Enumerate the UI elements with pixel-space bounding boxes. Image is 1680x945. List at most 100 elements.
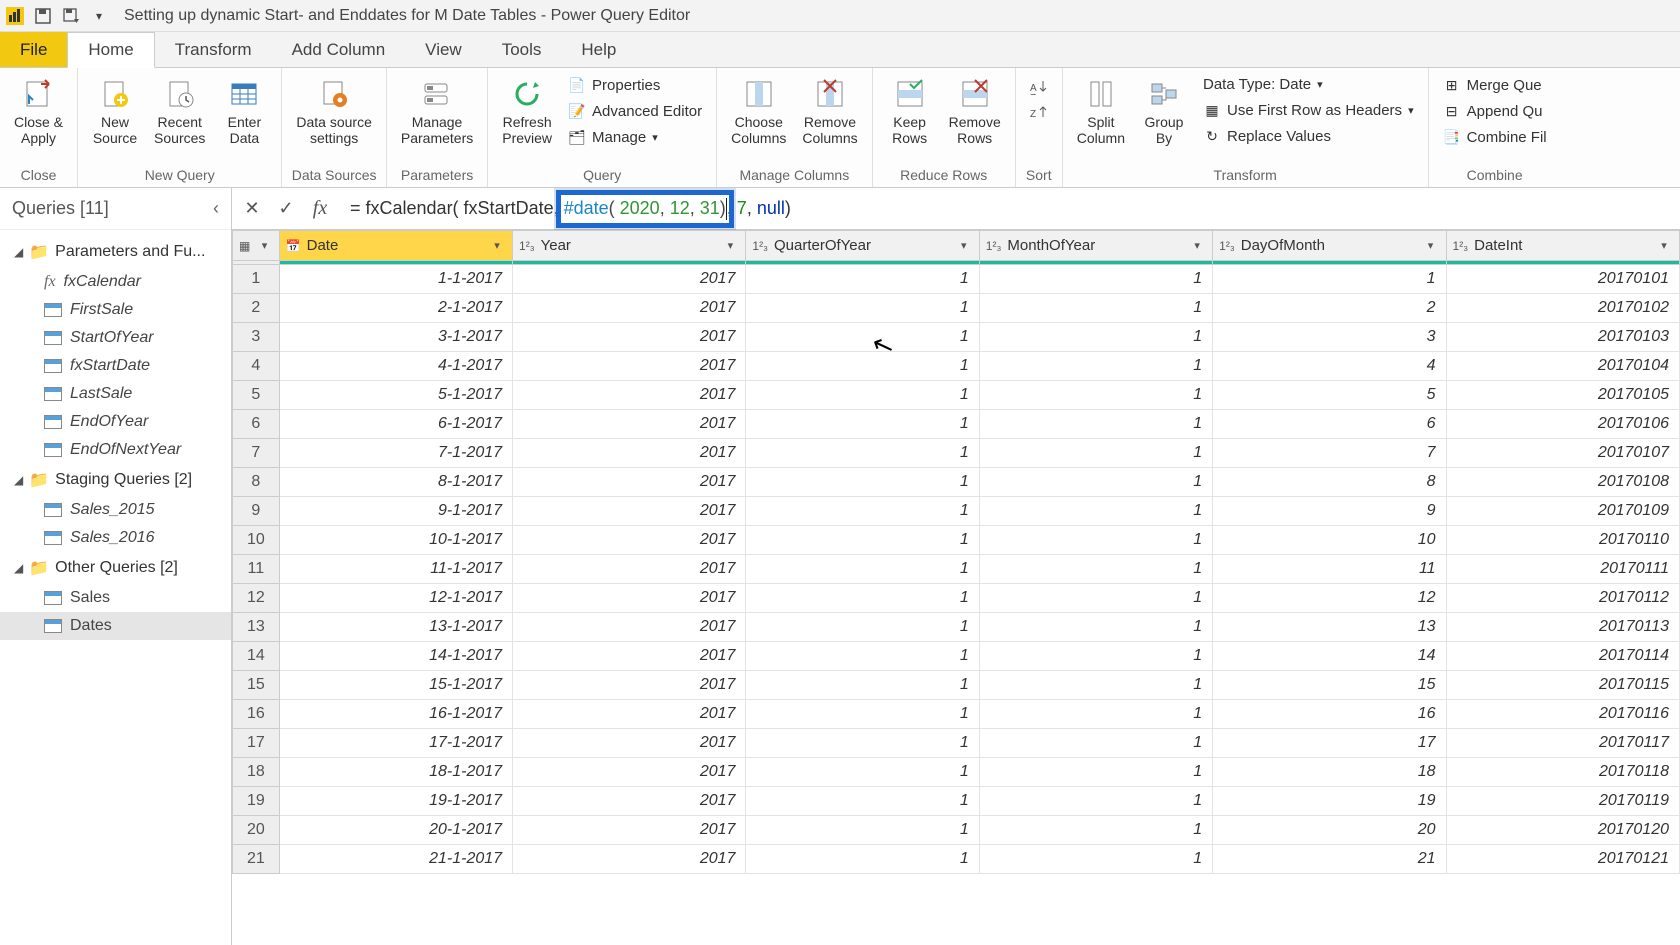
query-endofyear[interactable]: EndOfYear bbox=[0, 408, 231, 436]
data-source-settings-button[interactable]: Data source settings bbox=[288, 72, 379, 150]
table-row[interactable]: 7 7-1-2017 2017 1 1 7 20170107 bbox=[233, 439, 1680, 468]
table-row[interactable]: 5 5-1-2017 2017 1 1 5 20170105 bbox=[233, 381, 1680, 410]
tree-group-staging[interactable]: ◢📁Staging Queries [2] bbox=[0, 464, 231, 496]
col-header-date[interactable]: 📅Date▾ bbox=[279, 231, 512, 261]
table-row[interactable]: 9 9-1-2017 2017 1 1 9 20170109 bbox=[233, 497, 1680, 526]
tab-tools[interactable]: Tools bbox=[482, 32, 562, 67]
properties-icon: 📄 bbox=[568, 76, 586, 94]
data-grid[interactable]: ▦▾ 📅Date▾ 1²₃Year▾ 1²₃QuarterOfYear▾ 1²₃… bbox=[232, 230, 1680, 945]
query-sales2016[interactable]: Sales_2016 bbox=[0, 524, 231, 552]
new-source-button[interactable]: New Source bbox=[84, 72, 146, 150]
table-row[interactable]: 12 12-1-2017 2017 1 1 12 20170112 bbox=[233, 584, 1680, 613]
remove-columns-button[interactable]: Remove Columns bbox=[794, 72, 865, 150]
cell-day: 6 bbox=[1213, 410, 1446, 439]
table-icon bbox=[44, 591, 62, 605]
filter-icon[interactable]: ▾ bbox=[1655, 239, 1673, 252]
save-as-icon[interactable] bbox=[60, 5, 82, 27]
manage-button[interactable]: 🗂Manage▾ bbox=[564, 126, 706, 148]
advanced-editor-button[interactable]: 📝Advanced Editor bbox=[564, 100, 706, 122]
query-fxstartdate[interactable]: fxStartDate bbox=[0, 352, 231, 380]
tab-transform[interactable]: Transform bbox=[155, 32, 272, 67]
filter-icon[interactable]: ▾ bbox=[955, 239, 973, 252]
col-header-year[interactable]: 1²₃Year▾ bbox=[513, 231, 746, 261]
sort-desc-button[interactable]: Z bbox=[1026, 102, 1052, 124]
tree-group-parameters[interactable]: ◢📁Parameters and Fu... bbox=[0, 236, 231, 268]
query-firstsale[interactable]: FirstSale bbox=[0, 296, 231, 324]
keep-rows-button[interactable]: Keep Rows bbox=[879, 72, 941, 150]
col-header-month[interactable]: 1²₃MonthOfYear▾ bbox=[979, 231, 1212, 261]
first-row-headers-button[interactable]: ▦Use First Row as Headers▾ bbox=[1199, 99, 1418, 121]
formula-input[interactable]: = fxCalendar( fxStartDate, #date( 2020, … bbox=[340, 198, 1674, 220]
manage-parameters-button[interactable]: Manage Parameters bbox=[393, 72, 481, 150]
combine-files-button[interactable]: 📑Combine Fil bbox=[1439, 126, 1551, 148]
cell-quarter: 1 bbox=[746, 700, 979, 729]
query-fxcalendar[interactable]: fxfxCalendar bbox=[0, 268, 231, 296]
split-column-button[interactable]: Split Column bbox=[1069, 72, 1133, 150]
choose-columns-button[interactable]: Choose Columns bbox=[723, 72, 794, 150]
replace-values-button[interactable]: ↻Replace Values bbox=[1199, 125, 1418, 147]
table-row[interactable]: 15 15-1-2017 2017 1 1 15 20170115 bbox=[233, 671, 1680, 700]
tab-add-column[interactable]: Add Column bbox=[272, 32, 406, 67]
table-row[interactable]: 11 11-1-2017 2017 1 1 11 20170111 bbox=[233, 555, 1680, 584]
table-row[interactable]: 16 16-1-2017 2017 1 1 16 20170116 bbox=[233, 700, 1680, 729]
col-header-dateint[interactable]: 1²₃DateInt▾ bbox=[1446, 231, 1679, 261]
table-row[interactable]: 10 10-1-2017 2017 1 1 10 20170110 bbox=[233, 526, 1680, 555]
properties-button[interactable]: 📄Properties bbox=[564, 74, 706, 96]
table-row[interactable]: 17 17-1-2017 2017 1 1 17 20170117 bbox=[233, 729, 1680, 758]
new-source-label: New Source bbox=[93, 114, 137, 146]
filter-icon[interactable]: ▾ bbox=[1422, 239, 1440, 252]
table-row[interactable]: 1 1-1-2017 2017 1 1 1 20170101 bbox=[233, 265, 1680, 294]
table-row[interactable]: 3 3-1-2017 2017 1 1 3 20170103 bbox=[233, 323, 1680, 352]
merge-queries-button[interactable]: ⊞Merge Que bbox=[1439, 74, 1551, 96]
query-sales[interactable]: Sales bbox=[0, 584, 231, 612]
table-row[interactable]: 21 21-1-2017 2017 1 1 21 20170121 bbox=[233, 845, 1680, 874]
table-row[interactable]: 2 2-1-2017 2017 1 1 2 20170102 bbox=[233, 294, 1680, 323]
query-sales2015[interactable]: Sales_2015 bbox=[0, 496, 231, 524]
append-queries-button[interactable]: ⊟Append Qu bbox=[1439, 100, 1551, 122]
cell-year: 2017 bbox=[513, 642, 746, 671]
tree-group-other[interactable]: ◢📁Other Queries [2] bbox=[0, 552, 231, 584]
query-dates[interactable]: Dates bbox=[0, 612, 231, 640]
cancel-formula-button[interactable]: ✕ bbox=[238, 195, 266, 223]
enter-data-button[interactable]: Enter Data bbox=[213, 72, 275, 150]
close-apply-button[interactable]: Close & Apply bbox=[6, 72, 71, 150]
table-row[interactable]: 14 14-1-2017 2017 1 1 14 20170114 bbox=[233, 642, 1680, 671]
tab-file[interactable]: File bbox=[0, 32, 67, 67]
table-row[interactable]: 6 6-1-2017 2017 1 1 6 20170106 bbox=[233, 410, 1680, 439]
query-endofnextyear[interactable]: EndOfNextYear bbox=[0, 436, 231, 464]
filter-icon[interactable]: ▾ bbox=[1188, 239, 1206, 252]
headers-icon: ▦ bbox=[1203, 101, 1221, 119]
close-apply-icon bbox=[21, 76, 57, 112]
group-by-button[interactable]: Group By bbox=[1133, 72, 1195, 150]
sort-asc-button[interactable]: AZ bbox=[1026, 76, 1052, 98]
rownum-cell: 16 bbox=[233, 700, 280, 729]
tab-help[interactable]: Help bbox=[561, 32, 636, 67]
tab-view[interactable]: View bbox=[405, 32, 482, 67]
tab-home[interactable]: Home bbox=[67, 32, 154, 68]
qat-dropdown-icon[interactable]: ▾ bbox=[88, 5, 110, 27]
table-row[interactable]: 18 18-1-2017 2017 1 1 18 20170118 bbox=[233, 758, 1680, 787]
table-row[interactable]: 8 8-1-2017 2017 1 1 8 20170108 bbox=[233, 468, 1680, 497]
remove-rows-button[interactable]: Remove Rows bbox=[941, 72, 1009, 150]
col-header-day[interactable]: 1²₃DayOfMonth▾ bbox=[1213, 231, 1446, 261]
table-row[interactable]: 20 20-1-2017 2017 1 1 20 20170120 bbox=[233, 816, 1680, 845]
query-startofyear[interactable]: StartOfYear bbox=[0, 324, 231, 352]
filter-icon[interactable]: ▾ bbox=[488, 239, 506, 252]
query-lastsale[interactable]: LastSale bbox=[0, 380, 231, 408]
save-icon[interactable] bbox=[32, 5, 54, 27]
table-row[interactable]: 19 19-1-2017 2017 1 1 19 20170119 bbox=[233, 787, 1680, 816]
svg-text:Z: Z bbox=[1030, 109, 1036, 120]
main-area: Queries [11] ‹ ◢📁Parameters and Fu... fx… bbox=[0, 188, 1680, 945]
fx-icon[interactable]: fx bbox=[306, 195, 334, 223]
refresh-preview-button[interactable]: Refresh Preview bbox=[494, 72, 560, 150]
table-row[interactable]: 13 13-1-2017 2017 1 1 13 20170113 bbox=[233, 613, 1680, 642]
collapse-pane-icon[interactable]: ‹ bbox=[213, 198, 219, 219]
recent-sources-button[interactable]: Recent Sources bbox=[146, 72, 213, 150]
data-type-button[interactable]: Data Type: Date▾ bbox=[1199, 74, 1418, 95]
cell-dateint: 20170109 bbox=[1446, 497, 1679, 526]
rownum-header[interactable]: ▦▾ bbox=[233, 231, 280, 261]
filter-icon[interactable]: ▾ bbox=[721, 239, 739, 252]
table-row[interactable]: 4 4-1-2017 2017 1 1 4 20170104 bbox=[233, 352, 1680, 381]
confirm-formula-button[interactable]: ✓ bbox=[272, 195, 300, 223]
col-header-quarter[interactable]: 1²₃QuarterOfYear▾ bbox=[746, 231, 979, 261]
